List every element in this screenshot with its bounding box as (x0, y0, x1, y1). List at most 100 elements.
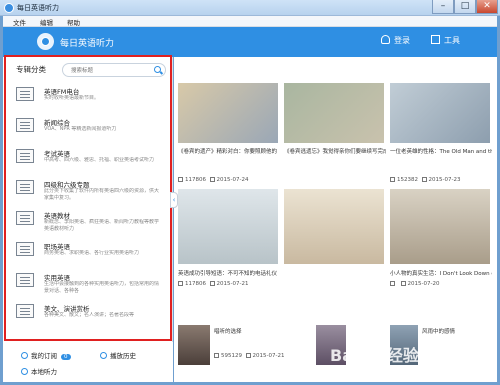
tools-icon (431, 35, 440, 44)
card-date: 2015-07-20 (407, 281, 440, 287)
card-meta: 2015-07-20 (390, 281, 439, 287)
cet-icon (16, 180, 34, 194)
subscription-label: 我的订阅 (31, 352, 57, 360)
card-thumbnail (390, 83, 490, 143)
menu-edit[interactable]: 编辑 (40, 17, 53, 27)
category-list: 英语FM电台 实时收听英语最新节目。 新闻综合 VOA、NPR 等精选新闻报道听… (4, 81, 170, 329)
download-icon (390, 281, 395, 286)
card-title: 风雨中的感情 (422, 329, 456, 335)
exam-icon (16, 149, 34, 163)
person-icon (16, 242, 34, 256)
card-thumbnail (178, 189, 278, 264)
baidu-watermark: Baidu 经验 (330, 346, 419, 365)
subscription-icon (21, 352, 28, 359)
play-history[interactable]: 播放历史 (100, 350, 136, 360)
card-meta: 595129 2015-07-21 (214, 353, 284, 359)
download-icon (390, 177, 395, 182)
category-news[interactable]: 新闻综合 VOA、NPR 等精选新闻报道听力 (4, 112, 170, 143)
card-thumbnail (284, 83, 384, 143)
local-label: 本地听力 (31, 368, 57, 376)
card-views: 595129 (221, 353, 242, 359)
card-meta: 117806 2015-07-24 (178, 177, 248, 183)
card-date: 2015-07-23 (428, 177, 461, 183)
calendar-icon (245, 353, 251, 358)
subscription-count: 0 (61, 354, 71, 360)
category-desc: 各种美文、散文；名人演讲；名著名段等 (44, 312, 135, 318)
app-header: 每日英语听力 登录 工具 (3, 27, 497, 57)
menu-file[interactable]: 文件 (13, 17, 26, 27)
card-date: 2015-07-21 (252, 353, 285, 359)
local-icon (21, 368, 28, 375)
category-fm[interactable]: 英语FM电台 实时收听英语最新节目。 (4, 81, 170, 112)
close-button[interactable]: ✕ (476, 0, 498, 14)
card-title: 唱听的选择 (214, 329, 242, 335)
category-essay[interactable]: 美文、演讲赏析 各种美文、散文；名人演讲；名著名段等 (4, 298, 170, 329)
menu-help[interactable]: 帮助 (67, 17, 80, 27)
card-views: 152382 (397, 177, 418, 183)
collapse-sidebar-button[interactable]: ‹ (170, 192, 178, 208)
tools-button[interactable]: 工具 (431, 35, 460, 46)
category-desc: VOA、NPR 等精选新闻报道听力 (44, 126, 117, 132)
card-title: 《卷宾的遗产》精彩对白：你要照顾他的 (178, 149, 278, 155)
category-textbook[interactable]: 英语教材 新概念、李阳英语、疯狂英语、新闻听力教程等教学英语教材听力 (4, 205, 170, 236)
maximize-button[interactable]: □ (454, 0, 476, 14)
calendar-icon (421, 177, 427, 182)
login-button[interactable]: 登录 (381, 35, 410, 46)
app-logo (37, 33, 54, 50)
user-icon (381, 35, 390, 44)
card-meta: 152382 2015-07-23 (390, 177, 460, 183)
open-book-icon (16, 304, 34, 318)
category-exam[interactable]: 考试英语 中高考、四六级、雅思、托福、职业英语考试听力 (4, 143, 170, 174)
card-title: 《卷宾逃遗忘》我觉得亲你们要继续写完成 (284, 149, 386, 155)
category-desc: 中高考、四六级、雅思、托福、职业英语考试听力 (44, 157, 155, 163)
card-date: 2015-07-21 (216, 281, 249, 287)
download-icon (178, 281, 183, 286)
window-titlebar: 每日英语听力 – □ ✕ (0, 0, 500, 16)
news-icon (16, 118, 34, 132)
sidebar-bottom: 我的订阅 0 播放历史 本地听力 (3, 342, 173, 382)
card-views: 117806 (185, 281, 206, 287)
minimize-button[interactable]: – (432, 0, 454, 14)
app-icon (4, 3, 14, 13)
local-listening[interactable]: 本地听力 (21, 366, 57, 376)
card-thumbnail (178, 325, 210, 365)
category-workplace[interactable]: 职场英语 商务英语、求职英语、各行业实用英语听力 (4, 236, 170, 267)
login-label: 登录 (394, 36, 410, 45)
baidu-watermark-url: jingyan.baidu.com (408, 368, 464, 375)
tools-label: 工具 (444, 36, 460, 45)
radio-icon (16, 87, 34, 101)
category-desc: 实时收听英语最新节目。 (44, 95, 100, 101)
history-icon (100, 352, 107, 359)
app-name: 每日英语听力 (60, 39, 115, 49)
category-desc: 商务英语、求职英语、各行业实用英语听力 (44, 250, 140, 256)
search-icon[interactable] (154, 66, 161, 73)
search-box[interactable] (62, 63, 166, 77)
category-practical[interactable]: 实用英语 生活中会接触到的各种实用英语听力，包括常用的情景对话、各种各 (4, 267, 170, 298)
card-thumbnail (284, 189, 384, 264)
card-title: 英语成功引导短语：不可不知的电话礼仪 (178, 271, 278, 277)
card-title: 小人物的真实生活：I Don't Look Down on Me (390, 271, 492, 277)
search-input[interactable] (71, 66, 151, 75)
category-desc: 新概念、李阳英语、疯狂英语、新闻听力教程等教学英语教材听力 (44, 219, 160, 232)
my-subscriptions[interactable]: 我的订阅 0 (21, 350, 71, 360)
download-icon (214, 353, 219, 358)
calendar-icon (209, 177, 215, 182)
card-meta: 117806 2015-07-21 (178, 281, 248, 287)
card-title: 一位老英雄的性格：The Old Man and the Sea (390, 149, 492, 155)
calendar-icon (209, 281, 215, 286)
category-desc: 此分类下收集了软件内所有英语四六级的资源，供大家集中复习。 (44, 188, 160, 201)
card-date: 2015-07-24 (216, 177, 249, 183)
card-views: 117806 (185, 177, 206, 183)
cart-icon (16, 273, 34, 287)
history-label: 播放历史 (110, 352, 136, 360)
window-title: 每日英语听力 (17, 4, 59, 12)
sidebar-title: 专辑分类 (16, 65, 46, 74)
card-thumbnail (390, 189, 490, 264)
card-thumbnail (178, 83, 278, 143)
category-desc: 生活中会接触到的各种实用英语听力，包括常用的情景对话、各种各 (44, 281, 160, 294)
category-cet[interactable]: 四级和六级专题 此分类下收集了软件内所有英语四六级的资源，供大家集中复习。 (4, 174, 170, 205)
menu-bar: 文件 编辑 帮助 (3, 16, 497, 27)
calendar-icon (400, 281, 406, 286)
content-area: 《卷宾的遗产》精彩对白：你要照顾他的 《卷宾逃遗忘》我觉得亲你们要继续写完成 一… (174, 57, 497, 382)
download-icon (178, 177, 183, 182)
